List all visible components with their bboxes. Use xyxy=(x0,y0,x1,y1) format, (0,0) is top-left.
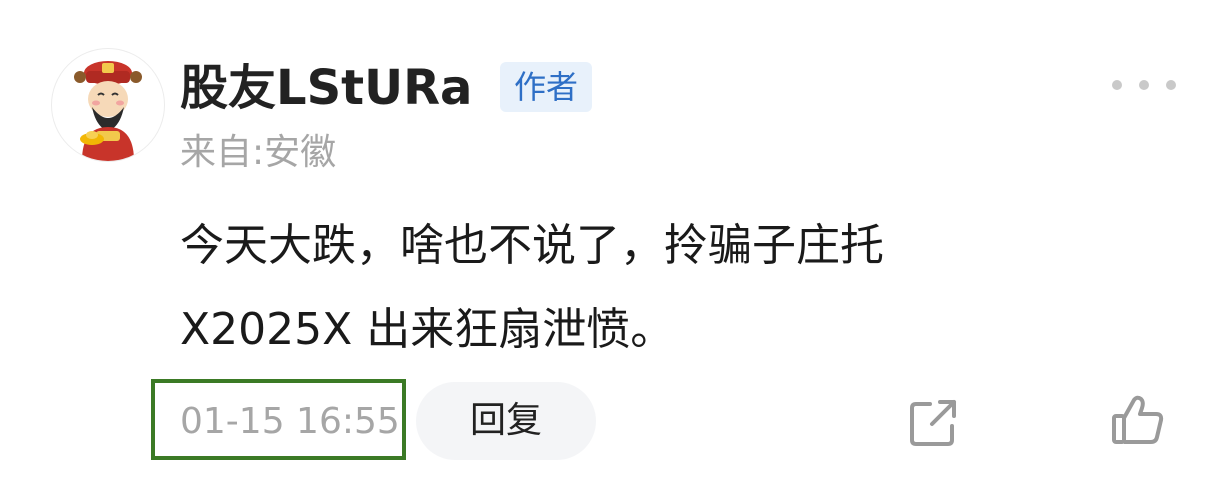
comment-card: 股友LStURa 作者 来自:安徽 今天大跌，啥也不说了，拎骗子庄托 X2025… xyxy=(0,0,1220,483)
avatar[interactable] xyxy=(51,48,165,162)
more-options-button[interactable] xyxy=(1112,70,1176,100)
author-badge: 作者 xyxy=(500,62,592,112)
more-dots-icon xyxy=(1112,80,1122,90)
comment-text: 今天大跌，啥也不说了，拎骗子庄托 X2025X 出来狂扇泄愤。 xyxy=(180,204,1120,372)
user-location: 来自:安徽 xyxy=(180,132,337,173)
more-dots-icon xyxy=(1166,80,1176,90)
reply-button[interactable]: 回复 xyxy=(416,382,596,460)
username[interactable]: 股友LStURa xyxy=(180,56,472,120)
fortune-god-avatar-icon xyxy=(74,61,142,161)
thumbs-up-icon xyxy=(1112,395,1164,444)
share-icon xyxy=(910,400,956,446)
share-button[interactable] xyxy=(908,398,962,448)
comment-line: X2025X 出来狂扇泄愤。 xyxy=(180,304,675,355)
like-button[interactable] xyxy=(1110,394,1166,446)
more-dots-icon xyxy=(1139,80,1149,90)
comment-line: 今天大跌，啥也不说了，拎骗子庄托 xyxy=(180,220,884,271)
comment-timestamp: 01-15 16:55 xyxy=(180,401,400,442)
